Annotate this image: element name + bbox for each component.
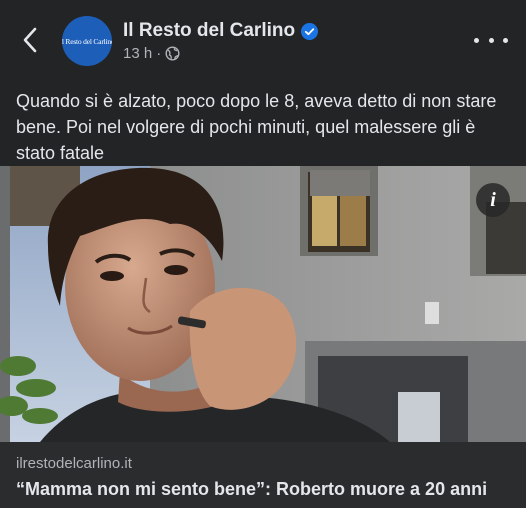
info-button[interactable]: i <box>476 183 510 217</box>
chevron-left-icon <box>23 27 37 53</box>
link-preview[interactable]: ilrestodelcarlino.it “Mamma non mi sento… <box>0 442 526 508</box>
post-caption: Quando si è alzato, poco dopo le 8, avev… <box>16 91 497 163</box>
post-meta: 13 h · <box>123 45 180 62</box>
more-dot <box>488 37 494 43</box>
photo-illustration <box>0 166 526 442</box>
post-photo[interactable] <box>0 166 526 442</box>
post-timestamp[interactable]: 13 h <box>123 45 152 62</box>
more-dot <box>474 37 479 43</box>
more-dot <box>503 37 508 43</box>
post-header: Il Resto del Carlino Il Resto del Carlin… <box>0 0 526 78</box>
page-name[interactable]: Il Resto del Carlino <box>123 20 295 42</box>
link-title[interactable]: “Mamma non mi sento bene”: Roberto muore… <box>16 479 522 500</box>
avatar-logo-text: Il Resto del Carlino <box>62 36 112 46</box>
page-name-row: Il Resto del Carlino <box>123 20 319 42</box>
facebook-post: Il Resto del Carlino Il Resto del Carlin… <box>0 0 526 508</box>
more-options-button[interactable] <box>474 30 508 50</box>
verified-badge-icon <box>301 22 319 40</box>
meta-separator: · <box>156 45 162 62</box>
back-button[interactable] <box>14 24 46 56</box>
link-domain: ilrestodelcarlino.it <box>16 455 132 472</box>
page-avatar[interactable]: Il Resto del Carlino <box>62 16 112 66</box>
globe-icon <box>165 46 180 61</box>
